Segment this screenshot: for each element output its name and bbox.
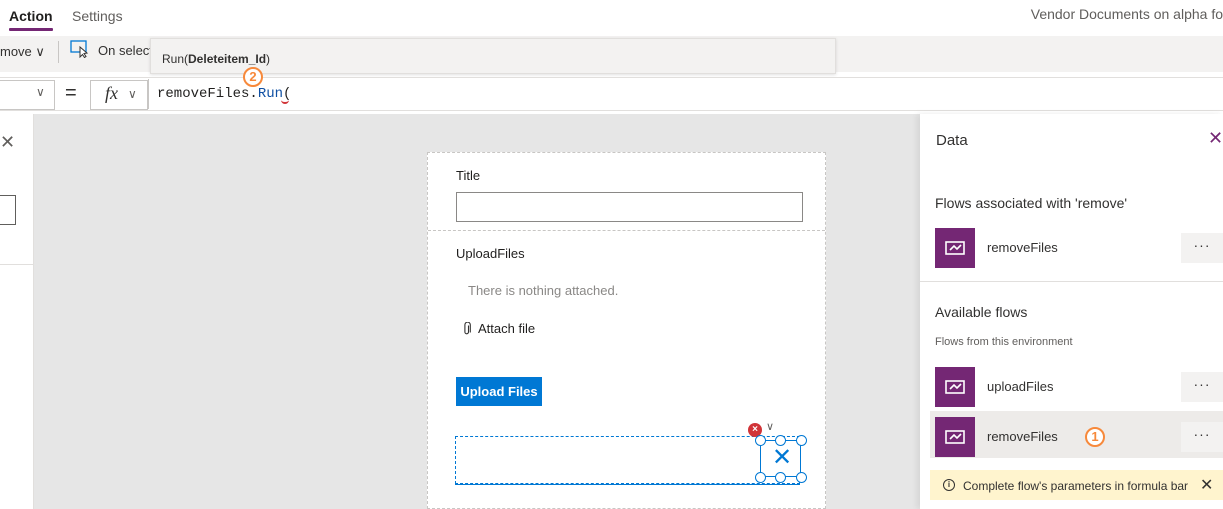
power-automate-flow-icon — [935, 417, 975, 457]
top-tab-bar: Action Settings Vendor Documents on alph… — [0, 0, 1223, 36]
remove-dropdown-button[interactable]: move ∨ — [0, 44, 45, 60]
flow-item[interactable]: uploadFiles ··· — [935, 367, 1223, 407]
close-icon: ✕ — [772, 444, 793, 471]
signature-prefix: Run( — [162, 52, 189, 66]
attach-file-link[interactable]: Attach file — [478, 321, 535, 336]
remove-button-control[interactable] — [455, 436, 800, 484]
flow-item[interactable]: removeFiles ··· — [935, 228, 1223, 268]
fx-button[interactable]: fx ∨ — [90, 80, 148, 110]
data-panel: Data ✕ Flows associated with 'remove' re… — [920, 114, 1223, 509]
info-icon: i — [943, 479, 955, 491]
divider — [920, 281, 1223, 282]
fx-icon: fx — [105, 83, 118, 103]
close-icon[interactable]: ✕ — [1208, 128, 1223, 149]
divider — [0, 264, 33, 265]
resize-handle[interactable] — [775, 435, 786, 446]
available-flows-heading: Available flows — [935, 304, 1028, 320]
card-divider — [428, 230, 825, 231]
flow-name: removeFiles — [987, 240, 1058, 255]
panel-title: Data — [936, 132, 968, 149]
warning-text: Complete flow's parameters in formula ba… — [963, 479, 1189, 493]
flow-name: removeFiles — [987, 429, 1058, 444]
on-select-button[interactable]: On select — [98, 43, 153, 58]
formula-code-run: Run — [257, 86, 284, 102]
tab-settings[interactable]: Settings — [72, 0, 123, 36]
signature-text: Run(Deleteitem_Id) — [162, 52, 270, 66]
empty-attachments-text: There is nothing attached. — [468, 283, 619, 298]
formula-code: removeFiles.Run( — [157, 86, 291, 102]
chevron-down-icon: ∨ — [128, 87, 137, 101]
callout-badge: 1 — [1085, 427, 1105, 447]
toolbar-separator — [58, 41, 59, 63]
active-tab-indicator — [9, 28, 53, 31]
formula-bar: ∨ = fx ∨ removeFiles.Run( — [0, 77, 1223, 111]
signature-suffix: ) — [266, 52, 271, 66]
more-options-button[interactable]: ··· — [1181, 233, 1223, 263]
environment-subheading: Flows from this environment — [935, 336, 1073, 348]
callout-badge: 2 — [243, 67, 263, 87]
control-bottom-border — [455, 484, 800, 485]
more-options-button[interactable]: ··· — [1181, 422, 1223, 452]
search-field[interactable] — [0, 195, 16, 225]
associated-flows-heading: Flows associated with 'remove' — [935, 195, 1128, 211]
app-title: Vendor Documents on alpha fo — [1030, 6, 1223, 22]
resize-handle[interactable] — [796, 472, 807, 483]
property-dropdown[interactable]: ∨ — [0, 80, 55, 110]
flow-item[interactable]: removeFiles ··· — [935, 417, 1223, 457]
chevron-down-icon: ∨ — [36, 85, 45, 99]
power-automate-flow-icon — [935, 367, 975, 407]
resize-handle[interactable] — [755, 472, 766, 483]
signature-param: Deleteitem_Id — [188, 52, 267, 66]
formula-code-prefix: removeFiles. — [157, 86, 258, 102]
equals-sign: = — [65, 82, 77, 104]
error-squiggle — [281, 98, 289, 104]
flow-name: uploadFiles — [987, 379, 1054, 394]
warning-message-bar: i Complete flow's parameters in formula … — [930, 470, 1223, 500]
paperclip-icon — [464, 322, 471, 335]
close-icon[interactable]: ✕ — [0, 132, 15, 153]
resize-handle[interactable] — [796, 435, 807, 446]
formula-input[interactable]: removeFiles.Run( — [148, 79, 1223, 109]
title-input[interactable] — [456, 192, 803, 222]
close-icon[interactable]: ✕ — [1200, 475, 1213, 495]
resize-handle[interactable] — [755, 435, 766, 446]
title-field-label: Title — [456, 168, 481, 183]
resize-handle[interactable] — [775, 472, 786, 483]
more-options-button[interactable]: ··· — [1181, 372, 1223, 402]
left-pane: ✕ — [0, 114, 34, 509]
upload-files-button[interactable]: Upload Files — [456, 377, 542, 406]
upload-files-label: UploadFiles — [456, 246, 525, 261]
power-automate-flow-icon — [935, 228, 975, 268]
chevron-down-icon[interactable]: ∨ — [766, 420, 774, 433]
on-select-icon[interactable] — [70, 40, 90, 58]
